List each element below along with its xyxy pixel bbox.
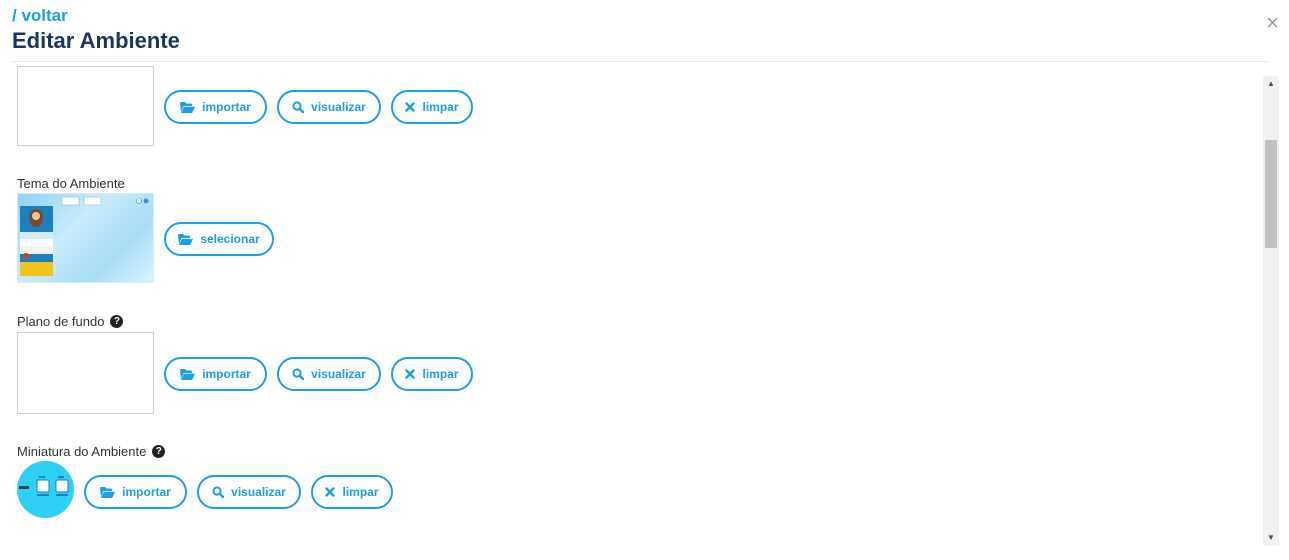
question-circle-icon[interactable]: ? bbox=[110, 315, 124, 328]
theme-label-text: Tema do Ambiente bbox=[17, 176, 125, 191]
view-button[interactable]: visualizar bbox=[277, 90, 381, 124]
scroll-content[interactable]: importar visualizar limpar Tema do Ambie… bbox=[0, 62, 1262, 552]
back-link[interactable]: / voltar bbox=[12, 6, 68, 26]
view-label: visualizar bbox=[311, 100, 366, 114]
thumbnail-preview-image bbox=[17, 461, 74, 518]
times-icon bbox=[325, 487, 336, 497]
folder-open-icon bbox=[180, 368, 196, 380]
view-thumbnail-button[interactable]: visualizar bbox=[197, 475, 301, 509]
background-label: Plano de fundo ? bbox=[17, 314, 124, 329]
image-preview-box bbox=[17, 66, 154, 146]
search-icon bbox=[292, 368, 305, 380]
import-button[interactable]: importar bbox=[164, 90, 267, 124]
clear-label: limpar bbox=[422, 100, 459, 114]
search-icon bbox=[212, 486, 225, 498]
import-label: importar bbox=[122, 485, 171, 499]
view-label: visualizar bbox=[231, 485, 286, 499]
clear-label: limpar bbox=[422, 367, 459, 381]
vertical-scrollbar[interactable]: ▲ ▼ bbox=[1263, 76, 1279, 546]
folder-open-icon bbox=[180, 101, 196, 113]
page-title: Editar Ambiente bbox=[12, 28, 180, 53]
import-thumbnail-button[interactable]: importar bbox=[84, 475, 187, 509]
select-theme-button[interactable]: selecionar bbox=[164, 222, 274, 256]
background-label-text: Plano de fundo bbox=[17, 314, 105, 329]
theme-label: Tema do Ambiente bbox=[17, 176, 125, 191]
scroll-down-arrow-icon[interactable]: ▼ bbox=[1263, 530, 1279, 546]
clear-background-button[interactable]: limpar bbox=[391, 357, 473, 391]
background-preview-box bbox=[17, 332, 154, 414]
clear-label: limpar bbox=[342, 485, 379, 499]
folder-open-icon bbox=[178, 233, 194, 245]
close-icon[interactable]: × bbox=[1266, 12, 1279, 34]
search-icon bbox=[292, 101, 305, 113]
clear-thumbnail-button[interactable]: limpar bbox=[311, 475, 393, 509]
question-circle-icon[interactable]: ? bbox=[152, 445, 166, 458]
thumbnail-label-text: Miniatura do Ambiente bbox=[17, 444, 147, 459]
folder-open-icon bbox=[100, 486, 116, 498]
theme-preview-image bbox=[17, 193, 154, 283]
select-label: selecionar bbox=[200, 232, 260, 246]
clear-button[interactable]: limpar bbox=[391, 90, 473, 124]
import-background-button[interactable]: importar bbox=[164, 357, 267, 391]
thumbnail-label: Miniatura do Ambiente ? bbox=[17, 444, 166, 459]
scroll-up-arrow-icon[interactable]: ▲ bbox=[1263, 76, 1279, 92]
view-background-button[interactable]: visualizar bbox=[277, 357, 381, 391]
times-icon bbox=[405, 369, 416, 379]
view-label: visualizar bbox=[311, 367, 366, 381]
times-icon bbox=[405, 102, 416, 112]
import-label: importar bbox=[202, 367, 251, 381]
scrollbar-thumb[interactable] bbox=[1265, 140, 1277, 248]
import-label: importar bbox=[202, 100, 251, 114]
